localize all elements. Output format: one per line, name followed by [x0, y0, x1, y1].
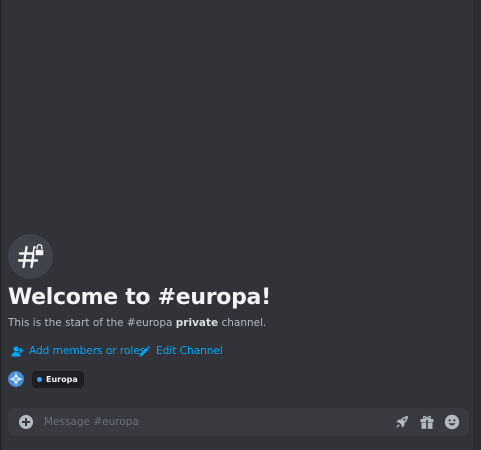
role-tag[interactable]: Europa — [32, 371, 84, 388]
edit-channel-label: Edit Channel — [156, 345, 223, 357]
channel-intro: This is the start of the #europa private… — [8, 315, 266, 331]
intro-private: private — [175, 317, 219, 329]
scrollbar[interactable] — [473, 0, 481, 450]
pencil-icon — [138, 345, 151, 358]
gift-icon[interactable] — [419, 414, 435, 430]
welcome-title: Welcome to #europa! — [8, 285, 271, 310]
boost-rocket-icon[interactable] — [394, 414, 410, 430]
pane-divider — [0, 0, 1, 450]
intro-suffix: channel. — [218, 317, 267, 329]
add-members-button[interactable]: Add members or roles — [11, 342, 145, 360]
intro-prefix: This is the start of the #europa — [8, 317, 176, 329]
edit-channel-button[interactable]: Edit Channel — [138, 342, 223, 360]
message-composer — [8, 408, 469, 436]
server-avatar[interactable] — [8, 371, 24, 387]
emoji-icon[interactable] — [444, 414, 460, 430]
chat-pane: Welcome to #europa! This is the start of… — [0, 0, 481, 450]
plus-circle-icon[interactable] — [19, 415, 33, 429]
role-name: Europa — [46, 375, 78, 384]
add-members-label: Add members or roles — [29, 345, 146, 357]
message-input[interactable] — [44, 412, 374, 432]
hashtag-lock-icon — [8, 234, 53, 279]
role-color-dot — [37, 377, 42, 382]
add-member-icon — [11, 345, 24, 358]
